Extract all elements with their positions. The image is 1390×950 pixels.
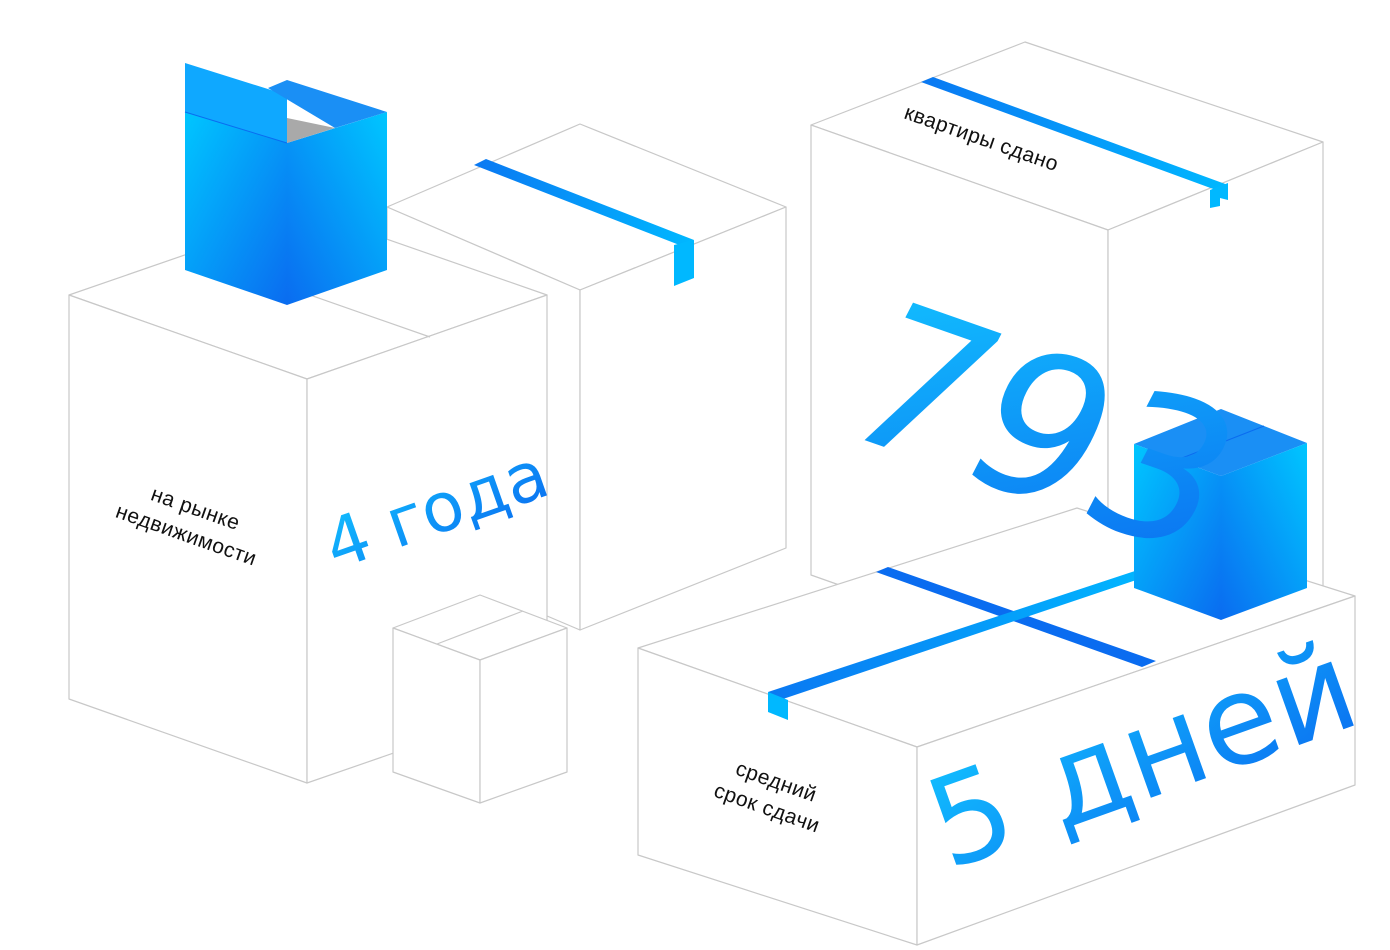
box-small [392, 594, 568, 804]
open-box-icon [184, 63, 387, 305]
moving-boxes-infographic: на рынке недвижимости 4 года квартиры сд… [68, 41, 1374, 946]
